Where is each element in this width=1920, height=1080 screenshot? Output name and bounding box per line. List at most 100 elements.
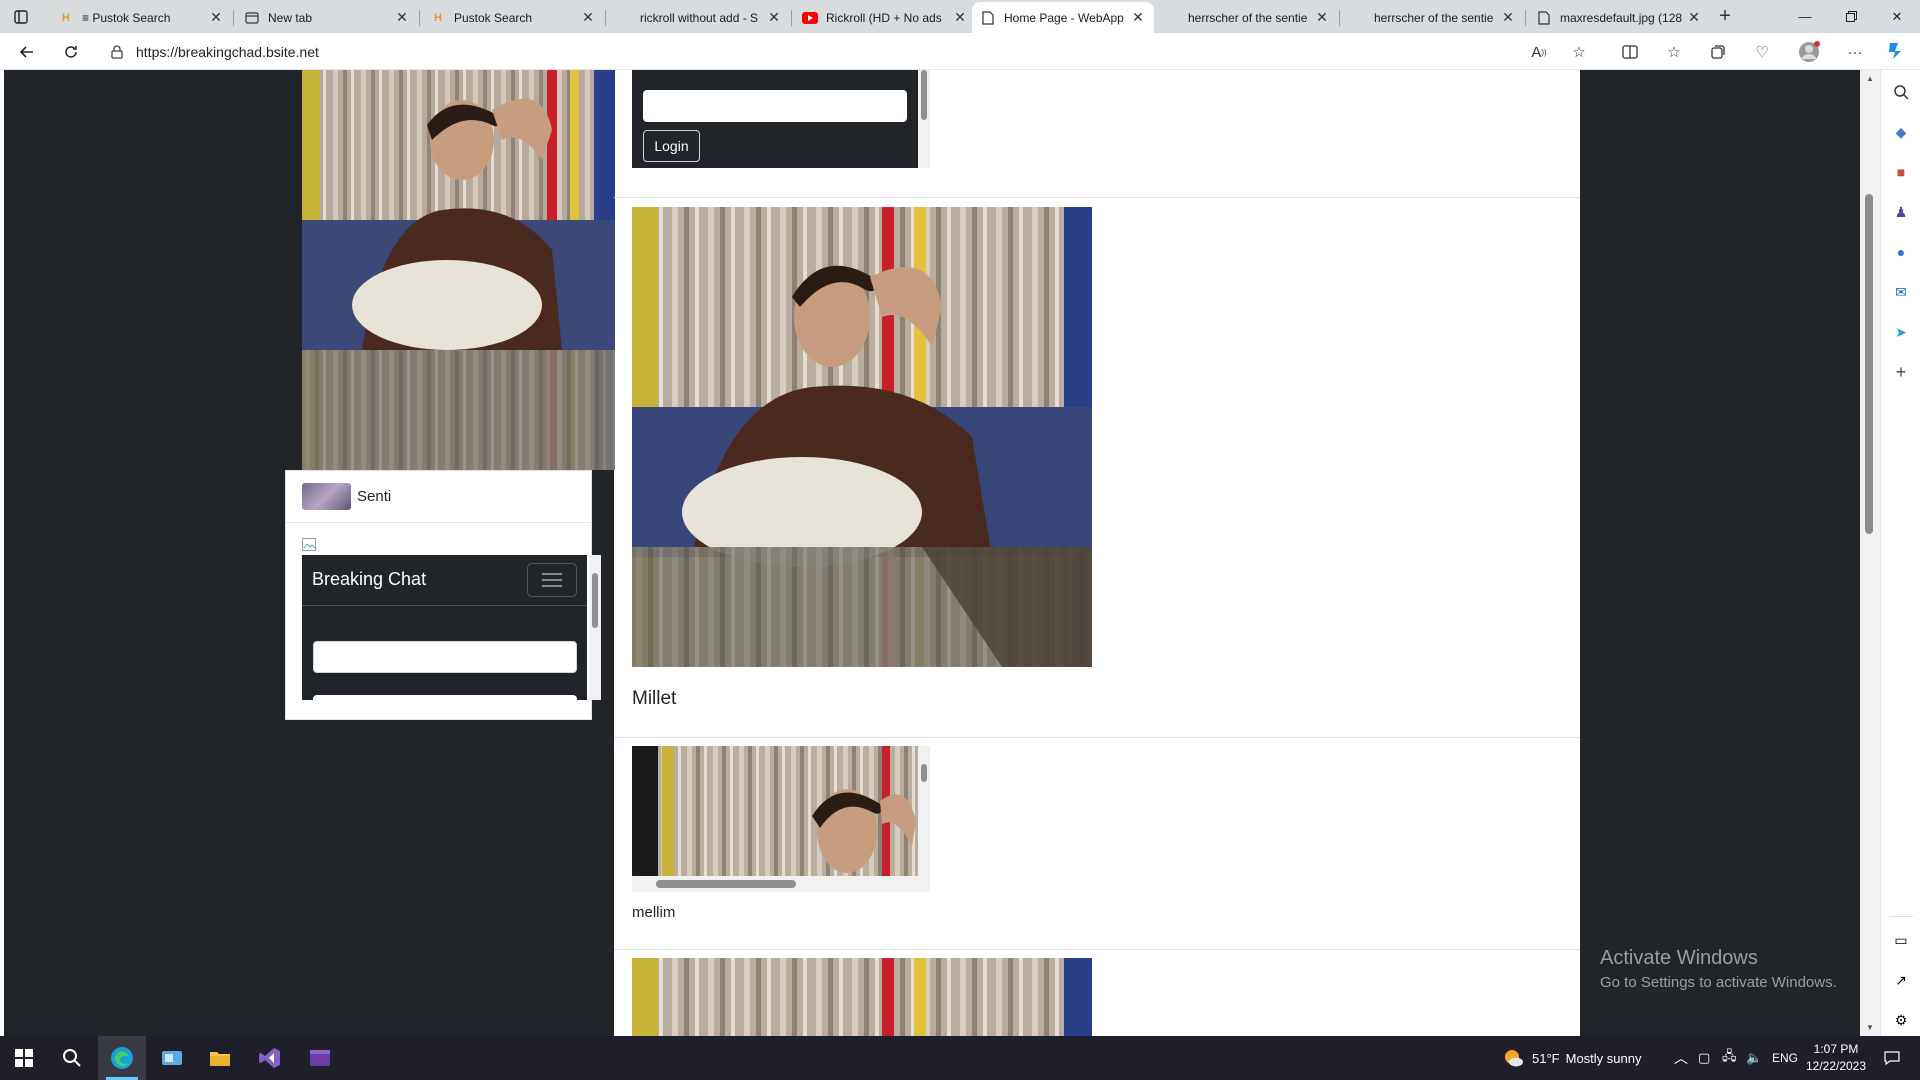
edge-browser-icon[interactable] [98, 1036, 146, 1080]
back-icon[interactable] [14, 39, 40, 65]
meet-now-icon[interactable]: ▢ [1698, 1036, 1710, 1080]
tools-icon[interactable]: ■ [1891, 162, 1911, 182]
avatar [302, 483, 351, 510]
tab-label: Home Page - WebApp [1004, 10, 1124, 25]
weather-sun-icon [1502, 1047, 1524, 1069]
favorites-icon[interactable]: ☆ [1662, 40, 1686, 64]
split-screen-icon[interactable] [1618, 40, 1642, 64]
close-icon[interactable]: ✕ [766, 9, 782, 26]
address-bar[interactable]: https://breakingchad.bsite.net [108, 38, 1608, 65]
copilot-icon[interactable] [1884, 38, 1908, 62]
settings-gear-icon[interactable]: ⚙ [1891, 1010, 1911, 1030]
tab-label: Pustok Search [454, 10, 533, 25]
microsoft365-icon[interactable]: ● [1891, 242, 1911, 262]
volume-muted-icon[interactable]: 🔈 [1746, 1036, 1762, 1080]
youtube-icon [802, 10, 818, 26]
post2-caption: mellim [632, 904, 676, 921]
tab-herrscher-1[interactable]: herrscher of the sentie ✕ [1156, 2, 1338, 33]
close-icon[interactable]: ✕ [208, 9, 224, 26]
tab-label: herrscher of the sentie [1374, 10, 1494, 25]
sidebar-user-row[interactable]: Senti [302, 483, 391, 510]
chat-input-field[interactable] [313, 641, 577, 673]
clock-time: 1:07 PM [1813, 1042, 1859, 1056]
h-logo-icon: H [434, 11, 442, 24]
url-text[interactable]: https://breakingchad.bsite.net [136, 44, 319, 60]
close-icon[interactable]: ✕ [580, 9, 596, 26]
outlook-icon[interactable]: ✉ [1891, 282, 1911, 302]
sidebar-layout-icon[interactable]: ▭ [1891, 930, 1911, 950]
divider [614, 737, 1580, 738]
favorite-star-icon[interactable]: ☆ [1567, 40, 1591, 64]
page-icon [980, 10, 996, 26]
refresh-icon[interactable] [58, 39, 84, 65]
post2-vertical-scrollbar[interactable] [918, 746, 930, 880]
post2-photo-frame [632, 746, 918, 880]
windows-start-icon[interactable] [0, 1036, 48, 1080]
weather-widget[interactable]: 51°F Mostly sunny [1502, 1036, 1641, 1080]
tab-label: herrscher of the sentie [1188, 10, 1308, 25]
shopping-tag-icon[interactable]: ◆ [1891, 122, 1911, 142]
network-icon[interactable]: 🖧 [1722, 1036, 1737, 1080]
tab-new-tab[interactable]: New tab ✕ [236, 2, 418, 33]
windows-taskbar: 51°F Mostly sunny ︿ ▢ 🖧 🔈 ENG 1:07 PM 12… [0, 1036, 1920, 1080]
games-icon[interactable]: ♟ [1891, 202, 1911, 222]
profile-avatar-icon[interactable] [1797, 40, 1821, 64]
divider [286, 522, 591, 523]
close-icon[interactable]: ✕ [1686, 9, 1702, 26]
tab-maxresdefault[interactable]: maxresdefault.jpg (128 ✕ [1528, 2, 1710, 33]
search-icon[interactable] [1891, 82, 1911, 102]
search-icon[interactable] [48, 1036, 96, 1080]
chat-input-field-2[interactable] [313, 695, 577, 700]
close-window-icon[interactable]: ✕ [1874, 0, 1920, 33]
chat-brand[interactable]: Breaking Chat [312, 569, 426, 590]
sidebar-profile-photo [302, 70, 615, 470]
tab-actions-icon[interactable] [10, 6, 32, 28]
right-dark-column [1580, 70, 1860, 1036]
browser-essentials-icon[interactable]: ♡ [1750, 40, 1774, 64]
browser-titlebar: H ≡ Pustok Search ✕ New tab ✕ H Pustok S… [0, 0, 1920, 33]
drop-icon[interactable]: ➤ [1891, 322, 1911, 342]
tab-pustok-search-1[interactable]: H ≡ Pustok Search ✕ [50, 2, 232, 33]
tab-home-page-active[interactable]: Home Page - WebApp ✕ [972, 2, 1154, 33]
tab-rickroll-search[interactable]: rickroll without add - S ✕ [608, 2, 790, 33]
edge-sidebar: ◆ ■ ♟ ● ✉ ➤ + ▭ ↗ ⚙ [1880, 70, 1920, 1036]
more-menu-icon[interactable]: ··· [1843, 40, 1867, 64]
read-aloud-icon[interactable]: A)) [1527, 40, 1551, 64]
login-input-field[interactable] [643, 90, 907, 122]
task-view-icon[interactable] [148, 1036, 196, 1080]
tab-label: New tab [268, 10, 313, 25]
system-clock[interactable]: 1:07 PM 12/22/2023 [1796, 1041, 1876, 1075]
post2-horizontal-scrollbar[interactable] [632, 876, 930, 892]
collections-icon[interactable] [1706, 40, 1730, 64]
page-vertical-scrollbar[interactable]: ▲ ▼ [1860, 70, 1880, 1036]
hamburger-menu-icon[interactable] [527, 563, 577, 597]
open-external-icon[interactable]: ↗ [1891, 970, 1911, 990]
tab-label: ≡ Pustok Search [82, 10, 171, 25]
close-icon[interactable]: ✕ [1314, 9, 1330, 26]
chat-scrollbar[interactable] [589, 555, 601, 700]
close-icon[interactable]: ✕ [952, 9, 968, 26]
close-icon[interactable]: ✕ [394, 9, 410, 26]
tab-herrscher-2[interactable]: herrscher of the sentie ✕ [1342, 2, 1524, 33]
sidebar-user-name[interactable]: Senti [357, 488, 391, 505]
lock-icon[interactable] [108, 43, 126, 61]
tab-rickroll-youtube[interactable]: Rickroll (HD + No ads ✕ [794, 2, 976, 33]
visual-studio-icon[interactable] [246, 1036, 294, 1080]
terminal-app-icon[interactable] [296, 1036, 344, 1080]
login-scrollbar[interactable] [918, 70, 930, 168]
weather-temp: 51°F [1532, 1050, 1560, 1066]
new-tab-button[interactable]: + [1714, 6, 1736, 28]
language-indicator[interactable]: ENG [1772, 1036, 1798, 1080]
add-sidebar-app-icon[interactable]: + [1891, 362, 1911, 382]
tab-pustok-search-2[interactable]: H Pustok Search ✕ [422, 2, 604, 33]
login-button[interactable]: Login [643, 130, 700, 162]
activate-windows-watermark: Activate Windows Go to Settings to activ… [1600, 947, 1837, 991]
restore-icon[interactable] [1828, 0, 1874, 33]
file-explorer-icon[interactable] [196, 1036, 244, 1080]
broken-image-icon [302, 538, 318, 552]
notifications-icon[interactable] [1884, 1036, 1900, 1080]
minimize-icon[interactable]: — [1782, 0, 1828, 33]
close-icon[interactable]: ✕ [1130, 9, 1146, 26]
chevron-up-icon[interactable]: ︿ [1674, 1036, 1688, 1080]
close-icon[interactable]: ✕ [1500, 9, 1516, 26]
